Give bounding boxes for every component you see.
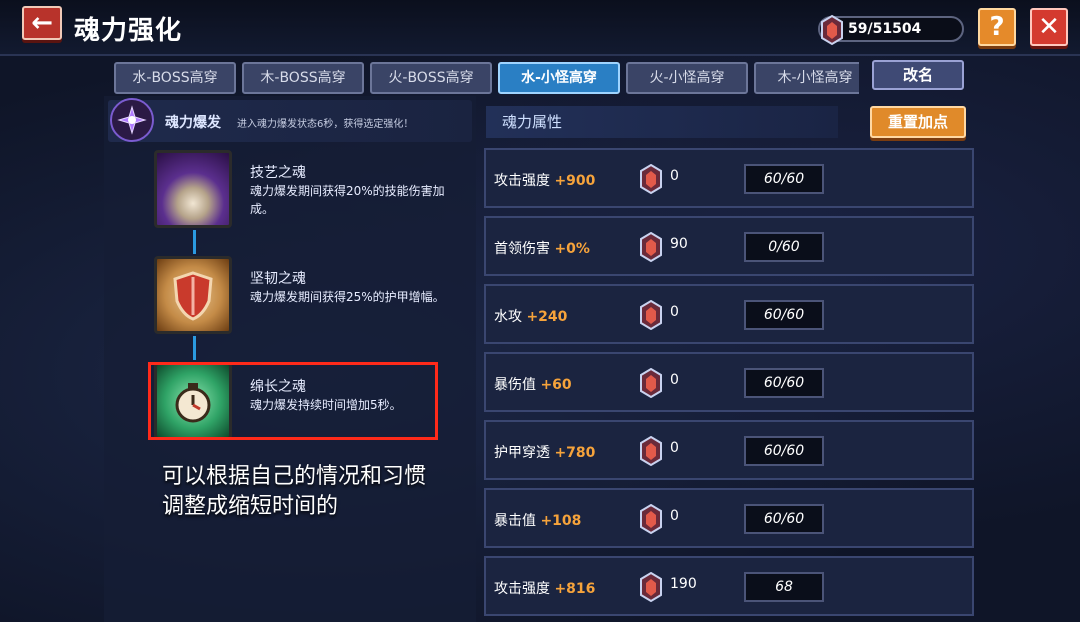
- preset-tab[interactable]: 火-BOSS高穿: [370, 62, 492, 94]
- soul-description: 魂力爆发期间获得20%的技能伤害加成。: [250, 184, 445, 216]
- soul-gem-icon: [821, 14, 843, 46]
- connector-line: [193, 336, 196, 360]
- connector-line: [193, 230, 196, 254]
- attribute-row[interactable]: 攻击强度 +900 0 60/60: [484, 148, 974, 208]
- help-button[interactable]: ?: [978, 8, 1016, 46]
- skill-soul-icon[interactable]: [154, 150, 232, 228]
- attribute-level[interactable]: 68: [744, 572, 824, 602]
- attribute-row[interactable]: 攻击强度 +816 190 68: [484, 556, 974, 616]
- close-button[interactable]: ✕: [1030, 8, 1068, 46]
- soul-burst-icon: [110, 98, 154, 142]
- soul-description: 魂力爆发期间获得25%的护甲增幅。: [250, 290, 445, 304]
- attribute-row[interactable]: 暴伤值 +60 0 60/60: [484, 352, 974, 412]
- attribute-bonus: +0%: [554, 241, 590, 257]
- attributes-header: 魂力属性: [486, 106, 838, 138]
- soul-gem-icon: [640, 368, 662, 398]
- attribute-cost: 0: [670, 440, 679, 456]
- preset-tab[interactable]: 水-小怪高穿: [498, 62, 620, 94]
- attribute-name: 水攻 +240: [494, 306, 567, 326]
- attribute-row[interactable]: 护甲穿透 +780 0 60/60: [484, 420, 974, 480]
- attribute-bonus: +240: [526, 309, 568, 325]
- attribute-bonus: +60: [540, 377, 572, 393]
- reset-points-button[interactable]: 重置加点: [870, 106, 966, 138]
- attribute-cost: 0: [670, 168, 679, 184]
- rename-button[interactable]: 改名: [872, 60, 964, 90]
- attribute-level[interactable]: 60/60: [744, 164, 824, 194]
- attribute-bonus: +900: [554, 173, 596, 189]
- skill-description: 进入魂力爆发状态6秒，获得选定强化！: [237, 119, 414, 130]
- attribute-row[interactable]: 首领伤害 +0% 90 0/60: [484, 216, 974, 276]
- attribute-name: 暴击值 +108: [494, 510, 581, 530]
- soul-gem-icon: [640, 164, 662, 194]
- attribute-bonus: +780: [554, 445, 596, 461]
- back-button[interactable]: ←: [22, 6, 62, 40]
- attribute-level[interactable]: 60/60: [744, 300, 824, 330]
- attribute-bonus: +108: [540, 513, 582, 529]
- attribute-row[interactable]: 暴击值 +108 0 60/60: [484, 488, 974, 548]
- shield-soul-icon[interactable]: [154, 256, 232, 334]
- attribute-label: 暴伤值: [494, 377, 536, 393]
- caption-line: 调整成缩短时间的: [162, 494, 339, 519]
- soul-gem-icon: [640, 232, 662, 262]
- attribute-label: 水攻: [494, 309, 522, 325]
- caption-line: 可以根据自己的情况和习惯: [162, 464, 427, 489]
- attribute-name: 攻击强度 +900: [494, 170, 595, 190]
- soul-gem-icon: [640, 504, 662, 534]
- preset-tab[interactable]: 木-BOSS高穿: [242, 62, 364, 94]
- attribute-bonus: +816: [554, 581, 596, 597]
- attribute-label: 暴击值: [494, 513, 536, 529]
- top-bar: ← 魂力强化 59/51504 ? ✕: [0, 0, 1080, 56]
- attribute-name: 攻击强度 +816: [494, 578, 595, 598]
- attribute-name: 首领伤害 +0%: [494, 238, 590, 258]
- attribute-label: 攻击强度: [494, 173, 550, 189]
- attribute-level[interactable]: 60/60: [744, 368, 824, 398]
- attribute-cost: 190: [670, 576, 697, 592]
- attribute-label: 首领伤害: [494, 241, 550, 257]
- attribute-name: 护甲穿透 +780: [494, 442, 595, 462]
- attribute-cost: 90: [670, 236, 688, 252]
- attribute-cost: 0: [670, 508, 679, 524]
- attribute-level[interactable]: 60/60: [744, 504, 824, 534]
- preset-tab[interactable]: 火-小怪高穿: [626, 62, 748, 94]
- soul-gem-icon: [640, 572, 662, 602]
- skill-name: 魂力爆发: [165, 115, 221, 131]
- highlight-box: [148, 362, 438, 440]
- arrow-left-icon: ←: [31, 8, 53, 38]
- attribute-name: 暴伤值 +60: [494, 374, 572, 394]
- soul-currency: 59/51504: [818, 14, 964, 46]
- soul-name: 坚韧之魂: [250, 271, 306, 287]
- currency-value: 59/51504: [848, 21, 922, 37]
- attribute-level[interactable]: 0/60: [744, 232, 824, 262]
- attribute-label: 攻击强度: [494, 581, 550, 597]
- soul-gem-icon: [640, 436, 662, 466]
- attribute-row[interactable]: 水攻 +240 0 60/60: [484, 284, 974, 344]
- preset-tab[interactable]: 木-小怪高穿: [754, 62, 859, 94]
- attribute-cost: 0: [670, 372, 679, 388]
- soul-name: 技艺之魂: [250, 165, 306, 181]
- page-title: 魂力强化: [74, 16, 183, 46]
- soul-gem-icon: [640, 300, 662, 330]
- attribute-cost: 0: [670, 304, 679, 320]
- preset-tabs: 水-BOSS高穿 木-BOSS高穿 火-BOSS高穿 水-小怪高穿 火-小怪高穿 木-小怪…: [114, 62, 859, 94]
- attribute-label: 护甲穿透: [494, 445, 550, 461]
- attribute-level[interactable]: 60/60: [744, 436, 824, 466]
- preset-tab[interactable]: 水-BOSS高穿: [114, 62, 236, 94]
